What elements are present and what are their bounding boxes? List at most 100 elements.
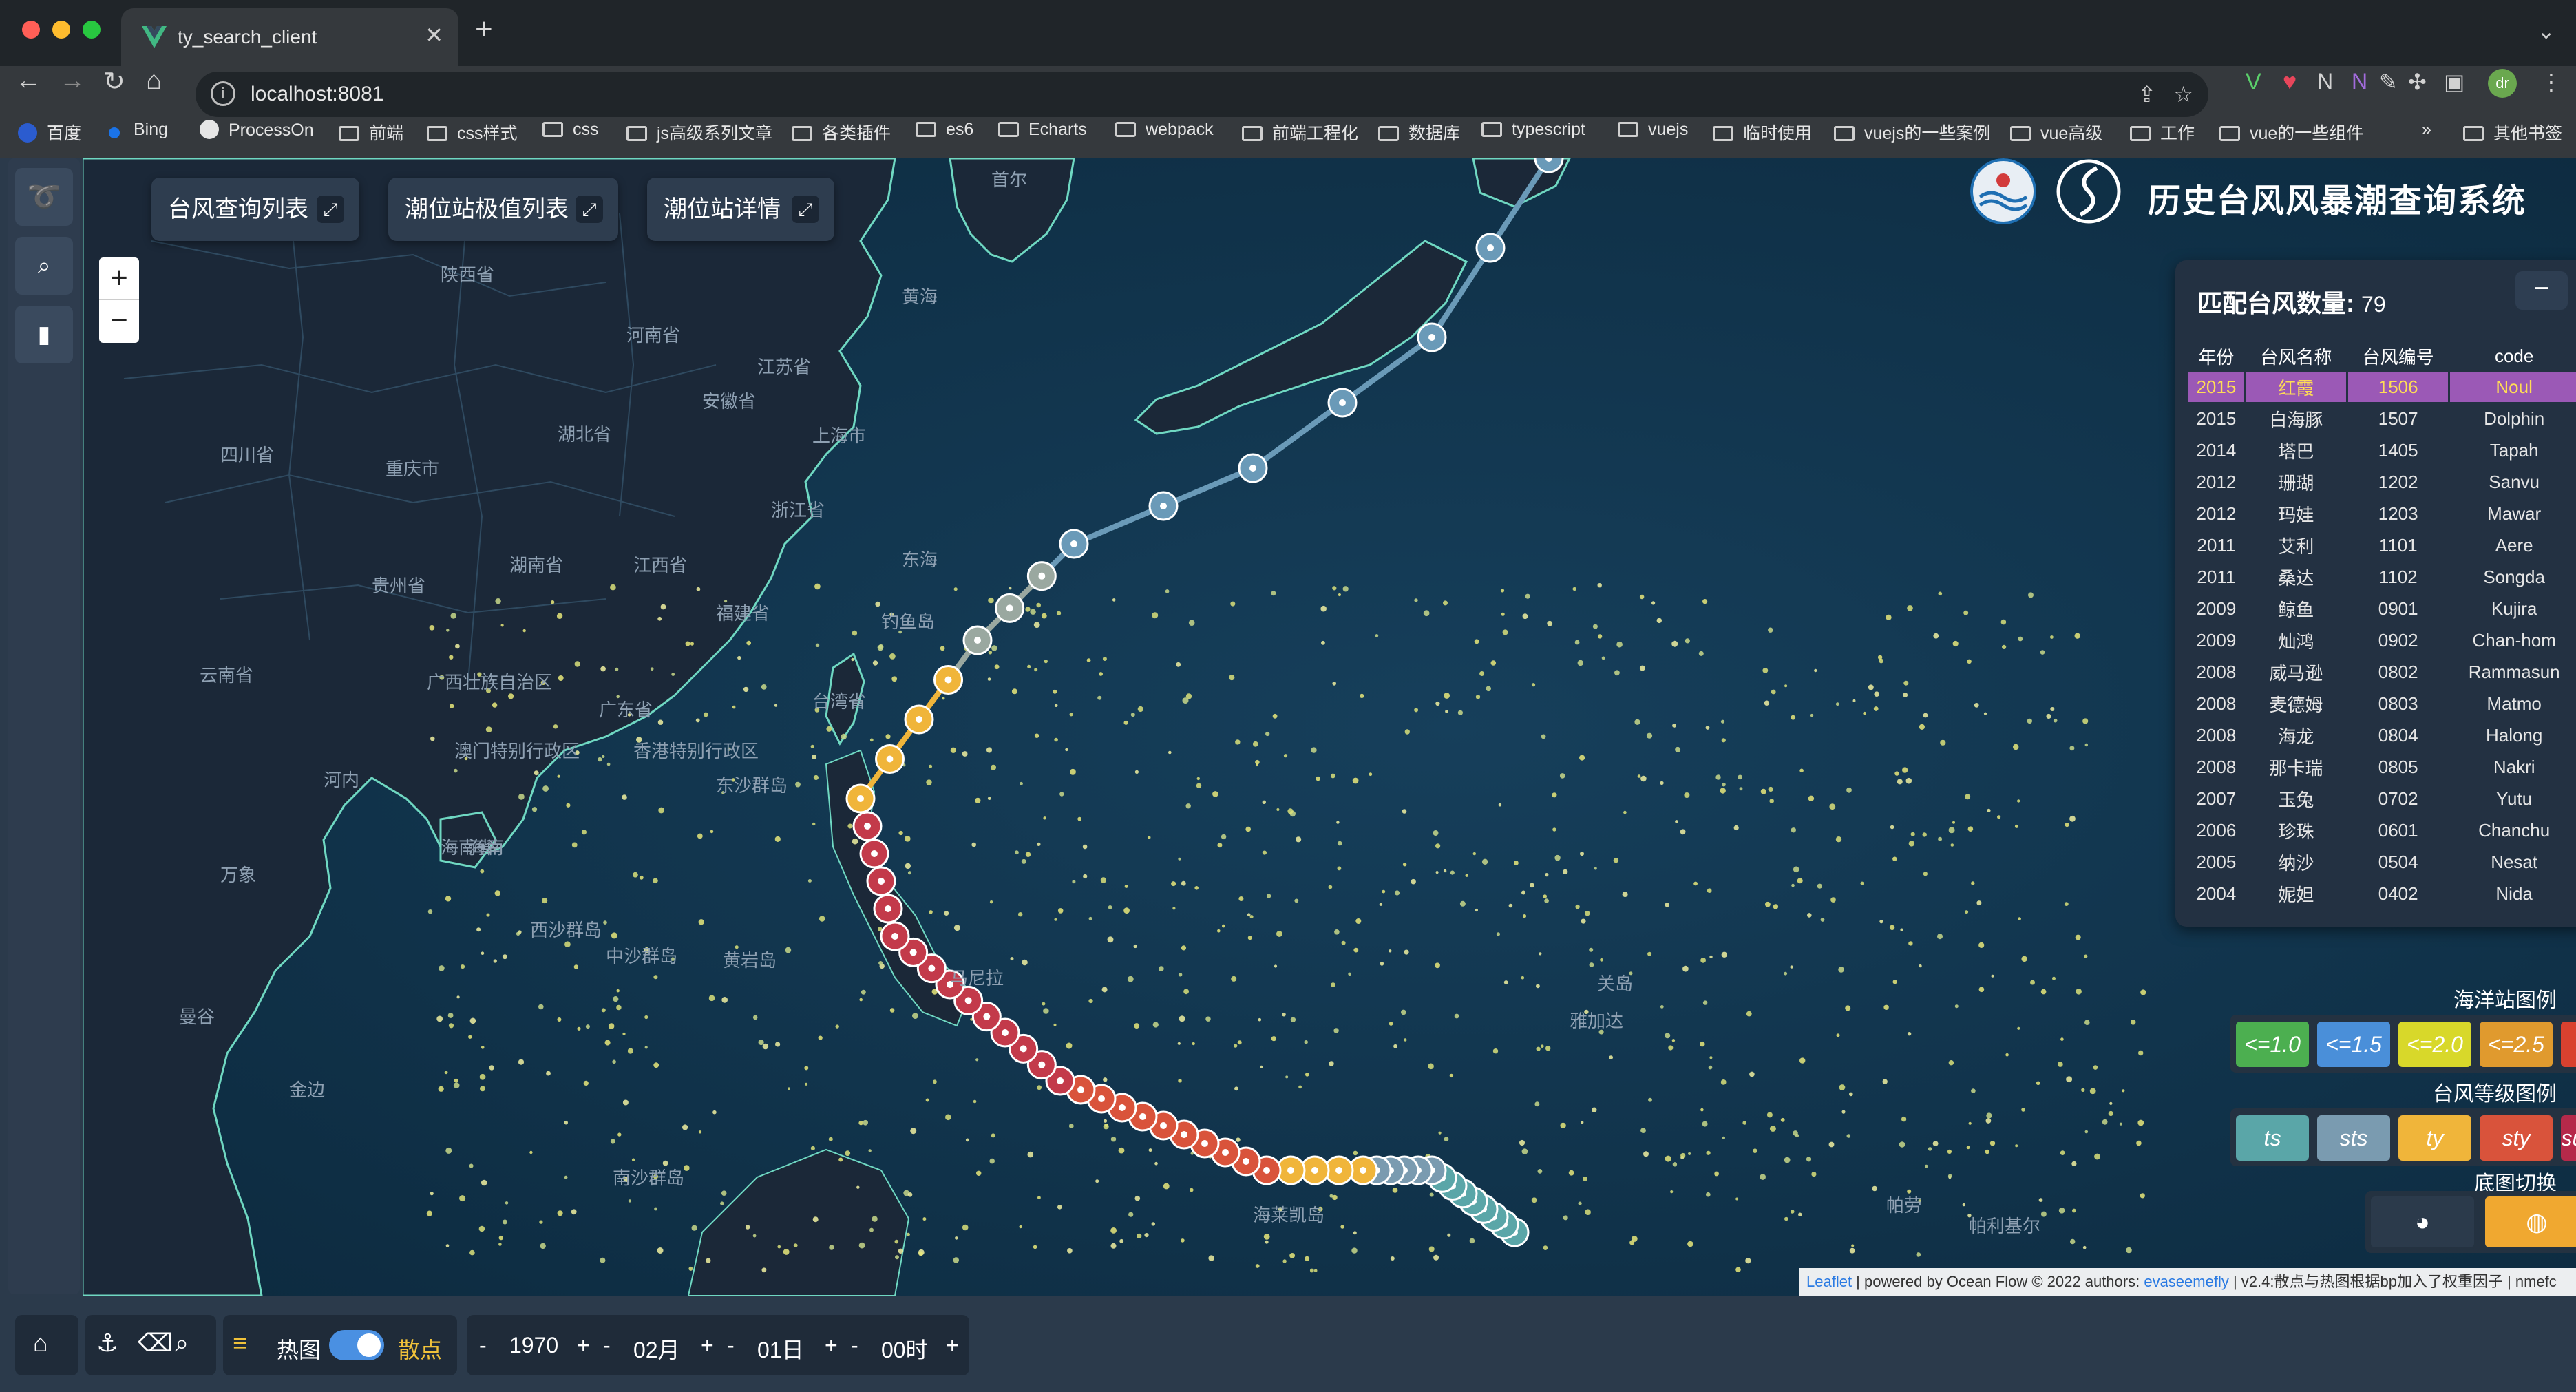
ocean-station-dot[interactable]	[2084, 743, 2088, 747]
ocean-station-dot[interactable]	[2084, 1130, 2089, 1134]
ocean-station-dot[interactable]	[1172, 907, 1176, 910]
ocean-station-dot[interactable]	[622, 1032, 626, 1035]
ocean-station-dot[interactable]	[1053, 689, 1057, 694]
ocean-station-dot[interactable]	[1790, 1210, 1795, 1214]
ocean-station-dot[interactable]	[495, 598, 501, 604]
ocean-station-dot[interactable]	[1530, 883, 1534, 888]
ocean-station-dot[interactable]	[481, 1179, 487, 1186]
ocean-station-dot[interactable]	[1720, 719, 1725, 724]
ocean-station-dot[interactable]	[1693, 881, 1698, 886]
ocean-station-dot[interactable]	[1392, 1188, 1398, 1193]
ocean-station-dot[interactable]	[975, 1058, 979, 1062]
ocean-station-dot[interactable]	[1537, 1169, 1543, 1174]
ocean-station-dot[interactable]	[1276, 931, 1282, 937]
ocean-station-dot[interactable]	[2046, 713, 2051, 719]
ocean-station-dot[interactable]	[1791, 827, 1796, 833]
ocean-station-dot[interactable]	[1670, 1190, 1674, 1194]
ocean-station-dot[interactable]	[1328, 885, 1333, 889]
ocean-station-dot[interactable]	[1563, 869, 1568, 875]
ocean-station-dot[interactable]	[1217, 929, 1221, 933]
ocean-station-dot[interactable]	[1130, 713, 1135, 717]
ocean-station-dot[interactable]	[564, 1175, 568, 1179]
ocean-station-dot[interactable]	[1894, 771, 1899, 776]
ocean-station-dot[interactable]	[2040, 1211, 2047, 1217]
close-window-button[interactable]	[22, 21, 40, 39]
ocean-station-dot[interactable]	[695, 718, 700, 723]
ocean-station-dot[interactable]	[456, 995, 460, 999]
ocean-station-dot[interactable]	[613, 996, 619, 1002]
ocean-station-dot[interactable]	[1256, 763, 1258, 767]
ocean-station-dot[interactable]	[468, 1035, 472, 1039]
map-canvas[interactable]: 陕西省 河南省 江苏省 安徽省 四川省 湖北省 上海市 重庆市 浙江省 湖南省 江西省 贵州省 福建省云…	[83, 158, 2576, 1296]
ocean-station-dot[interactable]	[878, 644, 884, 650]
ocean-station-dot[interactable]	[1954, 1004, 1959, 1009]
ocean-station-dot[interactable]	[1671, 1039, 1676, 1042]
ocean-station-dot[interactable]	[577, 1026, 581, 1031]
ocean-station-dot[interactable]	[737, 655, 741, 660]
ocean-station-dot[interactable]	[2136, 1140, 2142, 1146]
ocean-station-dot[interactable]	[858, 1120, 863, 1126]
ocean-station-dot[interactable]	[1544, 898, 1549, 903]
ocean-station-dot[interactable]	[1592, 624, 1598, 629]
ocean-station-dot[interactable]	[2089, 1088, 2096, 1095]
ocean-station-dot[interactable]	[1923, 872, 1928, 876]
ocean-station-dot[interactable]	[1353, 1231, 1357, 1235]
ocean-station-dot[interactable]	[1066, 1042, 1073, 1049]
ocean-station-dot[interactable]	[445, 1244, 450, 1247]
ocean-station-dot[interactable]	[585, 1024, 590, 1029]
extensions-puzzle-icon[interactable]: ✣	[2408, 69, 2427, 95]
ocean-station-dot[interactable]	[1194, 886, 1199, 890]
ocean-station-dot[interactable]	[1514, 861, 1519, 865]
ocean-station-dot[interactable]	[2066, 1076, 2073, 1083]
ocean-station-dot[interactable]	[859, 998, 863, 1002]
ocean-station-dot[interactable]	[1838, 967, 1844, 973]
ocean-station-dot[interactable]	[1952, 640, 1959, 647]
ocean-station-dot[interactable]	[1766, 1112, 1773, 1118]
ocean-station-dot[interactable]	[2138, 1050, 2144, 1056]
ocean-station-dot[interactable]	[1841, 1110, 1846, 1114]
ocean-station-dot[interactable]	[872, 1216, 878, 1222]
share-icon[interactable]: ⇪	[2137, 81, 2156, 107]
ocean-station-dot[interactable]	[539, 1220, 543, 1224]
ocean-station-dot[interactable]	[1519, 1139, 1525, 1146]
ocean-station-dot[interactable]	[1722, 782, 1726, 787]
panel-minimize-button[interactable]: −	[2515, 271, 2568, 310]
ocean-station-dot[interactable]	[818, 1035, 823, 1040]
pocket-icon[interactable]: ♥	[2283, 69, 2297, 96]
ocean-station-dot[interactable]	[460, 964, 465, 969]
ocean-station-dot[interactable]	[1304, 1040, 1308, 1044]
ocean-station-dot[interactable]	[469, 1163, 474, 1168]
ocean-station-dot[interactable]	[1311, 747, 1317, 753]
ocean-station-dot[interactable]	[2018, 917, 2021, 920]
bookmark-folder[interactable]: 前端	[339, 120, 403, 145]
ocean-station-dot[interactable]	[1134, 1195, 1141, 1201]
ocean-station-dot[interactable]	[2017, 799, 2020, 803]
ocean-station-dot[interactable]	[1985, 1149, 1989, 1154]
ocean-station-dot[interactable]	[1171, 881, 1176, 887]
ocean-station-dot[interactable]	[2074, 633, 2080, 639]
ocean-station-dot[interactable]	[1742, 1121, 1746, 1125]
ocean-station-dot[interactable]	[439, 965, 445, 971]
ocean-station-dot[interactable]	[1212, 791, 1218, 797]
ocean-station-dot[interactable]	[1577, 660, 1583, 666]
ocean-station-dot[interactable]	[1581, 1121, 1584, 1124]
ocean-station-dot[interactable]	[1910, 832, 1915, 836]
ocean-station-dot[interactable]	[1330, 773, 1335, 779]
ocean-station-dot[interactable]	[617, 1132, 622, 1137]
ocean-station-dot[interactable]	[1068, 1124, 1074, 1128]
ocean-station-dot[interactable]	[1072, 880, 1076, 884]
ocean-station-dot[interactable]	[657, 616, 662, 621]
ocean-station-dot[interactable]	[2060, 1037, 2064, 1041]
bookmark-folder[interactable]: vuejs的一些案例	[1834, 120, 1990, 145]
ocean-station-dot[interactable]	[2000, 619, 2007, 625]
day-minus-button[interactable]: -	[727, 1333, 735, 1358]
ocean-station-dot[interactable]	[752, 1015, 758, 1020]
ocean-station-dot[interactable]	[991, 645, 997, 651]
ocean-station-dot[interactable]	[492, 702, 498, 708]
ocean-station-dot[interactable]	[1986, 1112, 1992, 1119]
ocean-station-dot[interactable]	[1230, 601, 1236, 607]
ocean-station-dot[interactable]	[775, 1042, 781, 1047]
ocean-station-dot[interactable]	[1334, 929, 1340, 935]
ocean-station-dot[interactable]	[1702, 1121, 1708, 1127]
ocean-station-dot[interactable]	[1382, 889, 1386, 894]
